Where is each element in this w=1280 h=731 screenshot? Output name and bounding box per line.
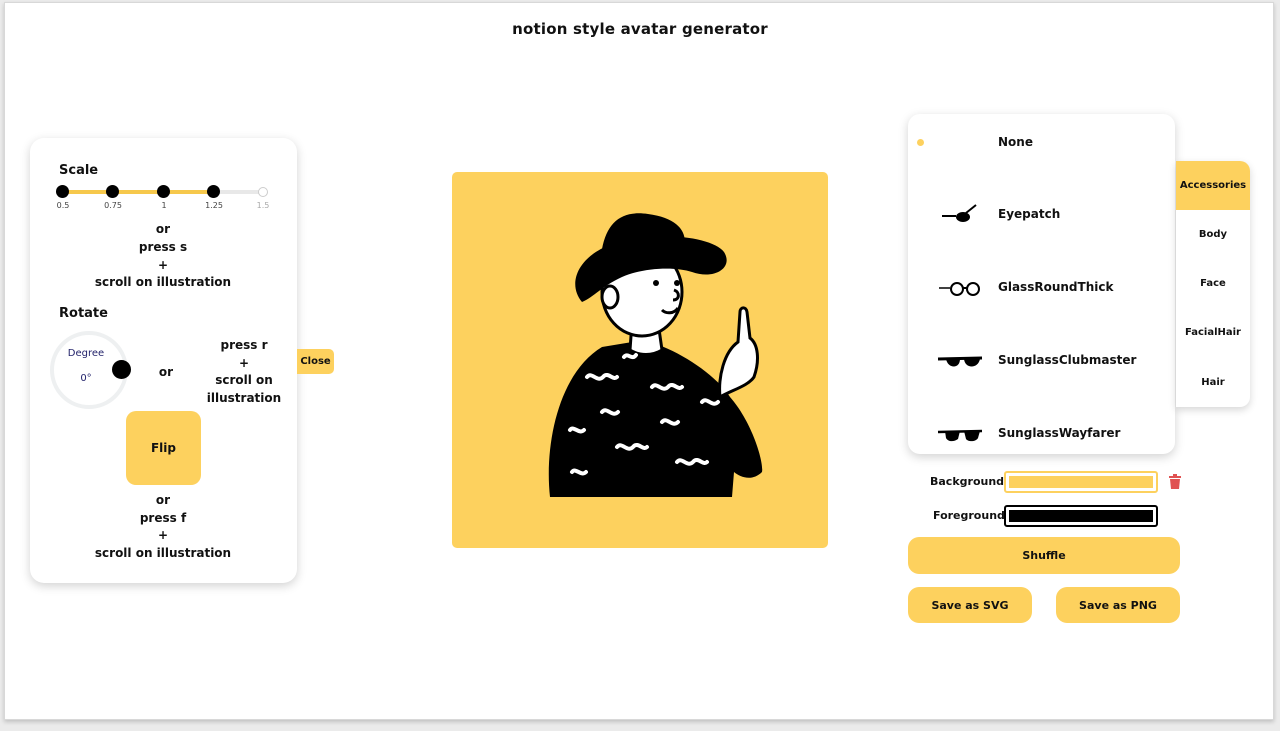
scale-tick: 1.25 xyxy=(205,201,223,210)
option-label: Eyepatch xyxy=(998,207,1061,221)
save-svg-button[interactable]: Save as SVG xyxy=(908,587,1032,623)
tab-face[interactable]: Face xyxy=(1176,259,1250,308)
scale-stop-1[interactable] xyxy=(106,185,119,198)
scale-stop-0[interactable] xyxy=(56,185,69,198)
option-none[interactable]: None xyxy=(908,123,1175,163)
avatar-illustration xyxy=(548,213,763,497)
tab-body[interactable]: Body xyxy=(1176,210,1250,259)
category-tabs: Accessories Body Face FacialHair Hair xyxy=(1176,161,1250,407)
round-glasses-icon xyxy=(939,282,980,296)
rotate-dial-title: Degree xyxy=(67,348,105,359)
flip-hint-plus: + xyxy=(157,528,169,542)
wayfarer-sunglasses-icon xyxy=(937,429,983,442)
scale-hint-key: press s xyxy=(138,240,188,254)
flip-button[interactable]: Flip xyxy=(126,411,201,485)
selected-indicator xyxy=(917,139,924,146)
flip-hint-or: or xyxy=(155,493,171,507)
scale-hint-or: or xyxy=(155,222,171,236)
clubmaster-sunglasses-icon xyxy=(937,356,983,367)
option-eyepatch[interactable]: Eyepatch xyxy=(908,195,1175,235)
option-label: SunglassWayfarer xyxy=(998,426,1121,440)
option-sunglasswayfarer[interactable]: SunglassWayfarer xyxy=(908,414,1175,454)
save-png-button[interactable]: Save as PNG xyxy=(1056,587,1180,623)
app-title: notion style avatar generator xyxy=(512,20,768,38)
flip-hint-scroll: scroll on illustration xyxy=(94,546,232,560)
flip-hint-key: press f xyxy=(139,511,187,525)
foreground-label: Foreground xyxy=(933,509,1005,522)
scale-hint-scroll: scroll on illustration xyxy=(94,275,232,289)
close-panel-button[interactable]: Close xyxy=(297,349,334,374)
tab-hair[interactable]: Hair xyxy=(1176,358,1250,407)
rotate-hint-scroll: illustration xyxy=(206,391,282,405)
scale-label: Scale xyxy=(59,163,99,178)
option-glassroundthick[interactable]: GlassRoundThick xyxy=(908,268,1175,308)
scale-tick: 0.75 xyxy=(104,201,122,210)
trash-icon[interactable] xyxy=(1168,474,1182,490)
shuffle-button[interactable]: Shuffle xyxy=(908,537,1180,574)
tab-accessories[interactable]: Accessories xyxy=(1176,161,1250,210)
option-label: None xyxy=(998,135,1033,149)
scale-stop-4[interactable] xyxy=(258,187,268,197)
scale-stop-2[interactable] xyxy=(157,185,170,198)
option-label: GlassRoundThick xyxy=(998,280,1114,294)
scale-tick: 0.5 xyxy=(56,201,70,210)
background-label: Background xyxy=(930,475,1005,488)
rotate-label: Rotate xyxy=(59,306,108,321)
option-label: SunglassClubmaster xyxy=(998,353,1137,367)
scale-slider-fill xyxy=(62,190,213,194)
background-color-picker[interactable] xyxy=(1004,471,1158,493)
accessory-options-list: None Eyepatch GlassRoundThick SunglassCl… xyxy=(908,114,1175,454)
background-color-swatch xyxy=(1009,476,1153,488)
tab-facialhair[interactable]: FacialHair xyxy=(1176,308,1250,357)
foreground-color-picker[interactable] xyxy=(1004,505,1158,527)
scale-stop-3[interactable] xyxy=(207,185,220,198)
avatar-canvas[interactable] xyxy=(452,172,828,548)
scale-tick: 1 xyxy=(161,201,167,210)
eyepatch-icon xyxy=(942,204,977,222)
option-sunglassclubmaster[interactable]: SunglassClubmaster xyxy=(908,341,1175,381)
foreground-color-swatch xyxy=(1009,510,1153,522)
scale-tick: 1.5 xyxy=(256,201,270,210)
scale-hint-plus: + xyxy=(157,258,169,272)
